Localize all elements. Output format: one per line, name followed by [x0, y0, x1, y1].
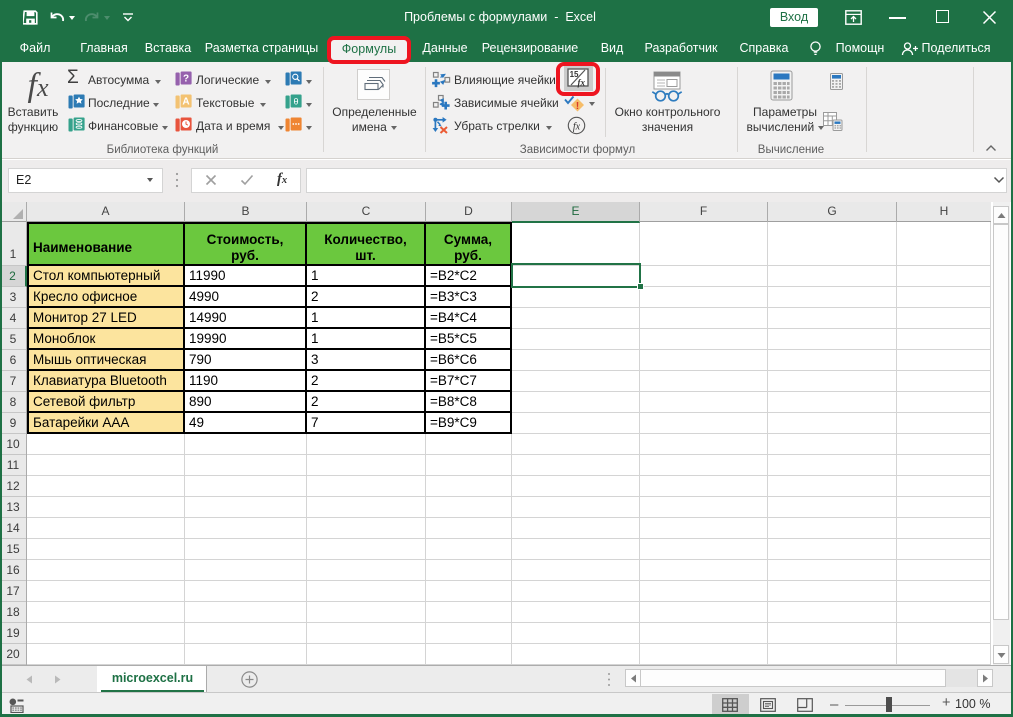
svg-text:!: ! [576, 100, 580, 112]
svg-text:A: A [182, 97, 189, 108]
svg-text:θ: θ [293, 97, 298, 107]
svg-text:?: ? [183, 74, 189, 85]
svg-text:fx: fx [573, 122, 581, 133]
